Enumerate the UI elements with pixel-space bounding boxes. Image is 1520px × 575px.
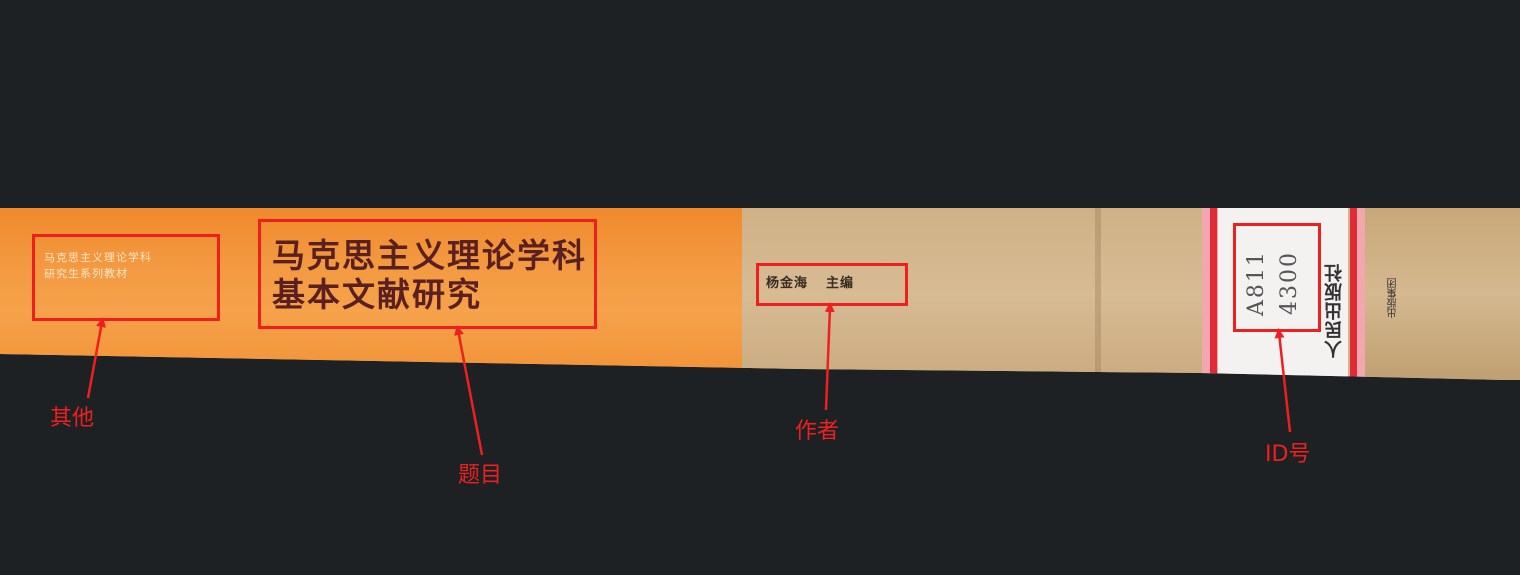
id-annotation-box xyxy=(1233,223,1321,332)
author-annotation-box xyxy=(756,263,908,306)
publisher-name: 人民出版社 xyxy=(1324,263,1345,358)
id-label-text: ID号 xyxy=(1265,442,1311,467)
id-label-border-right xyxy=(1357,208,1365,380)
other-annotation-box xyxy=(32,234,220,321)
press-group-text: 出版集团 xyxy=(1388,278,1399,318)
spine-seam xyxy=(1095,208,1101,380)
id-label-red-stripe-left xyxy=(1210,208,1217,380)
title-label: 题目 xyxy=(458,463,503,488)
id-label-red-stripe-right xyxy=(1350,208,1357,380)
title-annotation-box xyxy=(258,219,597,329)
other-label: 其他 xyxy=(50,406,95,431)
author-label: 作者 xyxy=(795,419,840,444)
